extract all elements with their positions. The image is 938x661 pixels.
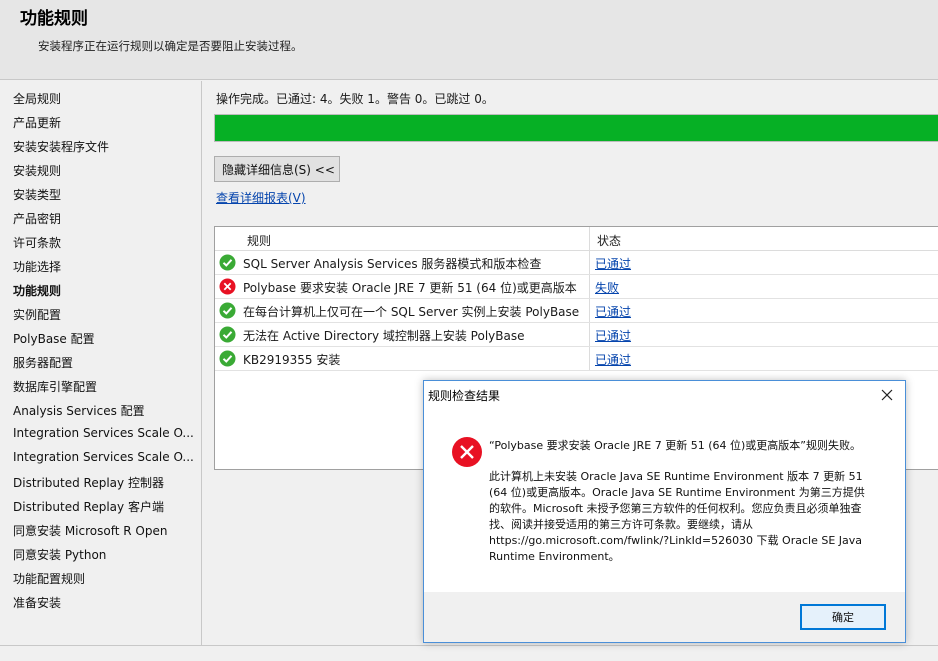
status-link[interactable]: 已通过 (595, 327, 631, 344)
sidebar-item-server-config[interactable]: 服务器配置 (13, 354, 198, 371)
sidebar-item-install-rules[interactable]: 安装规则 (13, 162, 198, 179)
rule-name: 无法在 Active Directory 域控制器上安装 PolyBase (243, 329, 525, 343)
status-link[interactable]: 已通过 (595, 351, 631, 368)
dialog-footer: 确定 (424, 592, 905, 642)
sidebar-item-feature-selection[interactable]: 功能选择 (13, 258, 198, 275)
check-icon (219, 326, 236, 343)
sidebar-item-product-key[interactable]: 产品密钥 (13, 210, 198, 227)
page-title: 功能规则 (20, 9, 88, 29)
sidebar-item-install-setup-files[interactable]: 安装安装程序文件 (13, 138, 198, 155)
dialog-titlebar[interactable]: 规则检查结果 (424, 381, 905, 409)
status-link[interactable]: 失败 (595, 279, 619, 296)
close-icon[interactable] (875, 384, 899, 406)
column-header-rule[interactable]: 规则 (247, 232, 271, 249)
sidebar-item-polybase-config[interactable]: PolyBase 配置 (13, 330, 198, 347)
table-row[interactable]: 无法在 Active Directory 域控制器上安装 PolyBase 已通… (215, 323, 938, 347)
ok-button[interactable]: 确定 (800, 604, 886, 630)
sidebar-item-is-scale-out-master[interactable]: Integration Services Scale O... (13, 426, 198, 440)
footer-bar (0, 645, 938, 661)
sidebar-item-ready-to-install[interactable]: 准备安装 (13, 594, 198, 611)
table-row[interactable]: Polybase 要求安装 Oracle JRE 7 更新 51 (64 位)或… (215, 275, 938, 299)
sidebar-item-global-rules[interactable]: 全局规则 (13, 90, 198, 107)
rule-name: KB2919355 安装 (243, 353, 341, 367)
dialog-title: 规则检查结果 (428, 389, 501, 403)
status-link[interactable]: 已通过 (595, 303, 631, 320)
check-icon (219, 302, 236, 319)
rule-name: Polybase 要求安装 Oracle JRE 7 更新 51 (64 位)或… (243, 281, 577, 295)
sidebar-item-product-updates[interactable]: 产品更新 (13, 114, 198, 131)
error-icon (452, 437, 482, 467)
table-row[interactable]: 在每台计算机上仅可在一个 SQL Server 实例上安装 PolyBase 已… (215, 299, 938, 323)
rule-check-dialog: 规则检查结果 “Polybase 要求安装 Oracle JRE 7 更新 51… (423, 380, 906, 643)
dialog-message-headline: “Polybase 要求安装 Oracle JRE 7 更新 51 (64 位)… (489, 439, 861, 452)
hide-details-button[interactable]: 隐藏详细信息(S) << (214, 156, 340, 182)
rule-name: SQL Server Analysis Services 服务器模式和版本检查 (243, 257, 542, 271)
dialog-message-detail: 此计算机上未安装 Oracle Java SE Runtime Environm… (489, 470, 865, 563)
table-row[interactable]: SQL Server Analysis Services 服务器模式和版本检查 … (215, 251, 938, 275)
sidebar-item-feature-config-rules[interactable]: 功能配置规则 (13, 570, 198, 587)
page-header: 功能规则 安装程序正在运行规则以确定是否要阻止安装过程。 (0, 0, 938, 80)
column-header-status[interactable]: 状态 (597, 232, 621, 249)
status-link[interactable]: 已通过 (595, 255, 631, 272)
progress-bar-fill (215, 115, 938, 141)
table-row[interactable]: KB2919355 安装 已通过 (215, 347, 938, 371)
sidebar-item-replay-controller[interactable]: Distributed Replay 控制器 (13, 474, 198, 491)
sidebar-item-replay-client[interactable]: Distributed Replay 客户端 (13, 498, 198, 515)
sidebar-item-feature-rules[interactable]: 功能规则 (13, 282, 198, 299)
check-icon (219, 254, 236, 271)
dialog-body: “Polybase 要求安装 Oracle JRE 7 更新 51 (64 位)… (424, 409, 905, 592)
page-subtitle: 安装程序正在运行规则以确定是否要阻止安装过程。 (38, 39, 303, 53)
sidebar-item-install-type[interactable]: 安装类型 (13, 186, 198, 203)
sidebar-nav: 全局规则 产品更新 安装安装程序文件 安装规则 安装类型 产品密钥 许可条款 功… (0, 81, 202, 645)
error-icon (219, 278, 236, 295)
sidebar-item-consent-r-open[interactable]: 同意安装 Microsoft R Open (13, 522, 198, 539)
sidebar-item-is-scale-out-worker[interactable]: Integration Services Scale O... (13, 450, 198, 464)
rule-name: 在每台计算机上仅可在一个 SQL Server 实例上安装 PolyBase (243, 305, 580, 319)
progress-bar (214, 114, 938, 142)
view-report-link[interactable]: 查看详细报表(V) (216, 189, 306, 206)
sidebar-item-consent-python[interactable]: 同意安装 Python (13, 546, 198, 563)
sidebar-item-license-terms[interactable]: 许可条款 (13, 234, 198, 251)
sidebar-item-instance-config[interactable]: 实例配置 (13, 306, 198, 323)
table-header: 规则 状态 (215, 227, 938, 251)
sidebar-item-db-engine-config[interactable]: 数据库引擎配置 (13, 378, 198, 395)
check-icon (219, 350, 236, 367)
sidebar-item-analysis-services[interactable]: Analysis Services 配置 (13, 402, 198, 419)
operation-status: 操作完成。已通过: 4。失败 1。警告 0。已跳过 0。 (216, 92, 494, 106)
